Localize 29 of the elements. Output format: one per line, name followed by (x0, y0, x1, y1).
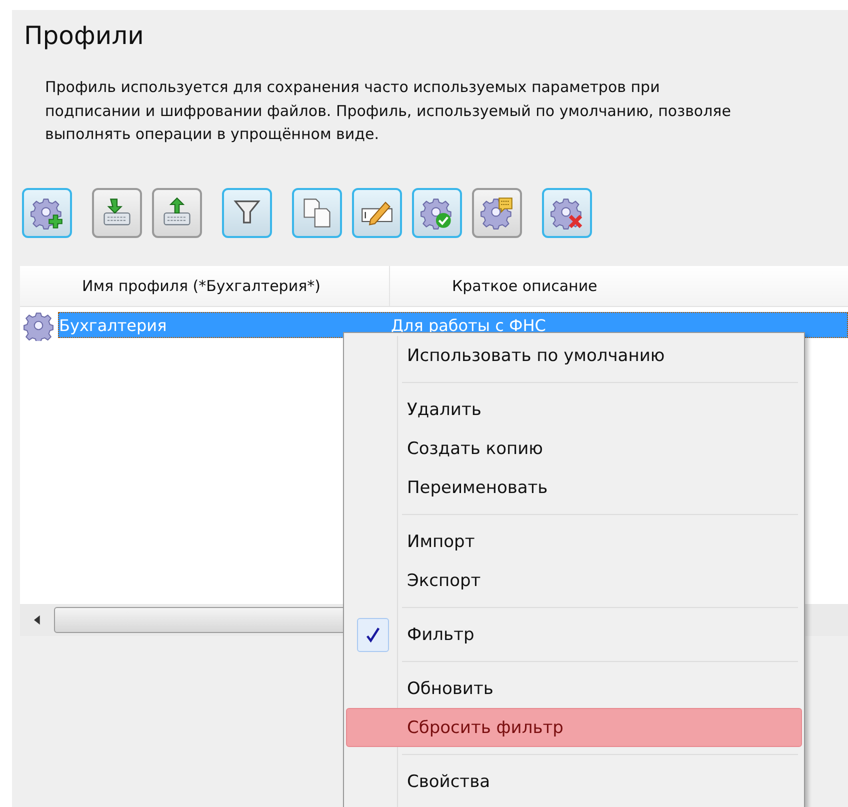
toolbar-button[interactable] (292, 188, 342, 238)
menu-item[interactable]: Удалить (346, 390, 802, 429)
column-header[interactable]: Имя профиля (*Бухгалтерия*) (20, 266, 390, 306)
toolbar-button[interactable] (152, 188, 202, 238)
gear-icon (23, 310, 54, 340)
menu-item[interactable]: Переименовать (346, 468, 802, 507)
toolbar-button[interactable] (352, 188, 402, 238)
gear-note-icon (480, 196, 514, 230)
gear-plus-icon (30, 196, 64, 230)
toolbar-button[interactable] (472, 188, 522, 238)
toolbar-button[interactable] (92, 188, 142, 238)
menu-item[interactable]: Обновить (346, 669, 802, 708)
menu-item[interactable]: Свойства (346, 762, 802, 801)
toolbar-button[interactable] (222, 188, 272, 238)
scroll-left-icon[interactable] (34, 614, 41, 624)
menu-item[interactable]: Экспорт (346, 561, 802, 600)
menu-item[interactable]: Сбросить фильтр (346, 708, 802, 747)
gear-check-icon (420, 196, 454, 230)
gear-cross-icon (550, 196, 584, 230)
description-text: Профиль используется для сохранения часто используемых параметров при подписании и шифровании файлов. Профиль, используемый по умолчанию, позволяе выполнять операции в упрощённом виде. (45, 77, 732, 145)
toolbar-button[interactable] (412, 188, 462, 238)
menu-item[interactable]: Импорт (346, 522, 802, 561)
menu-item[interactable]: Использовать по умолчанию (346, 336, 802, 375)
menu-item[interactable]: Фильтр (346, 615, 802, 654)
toolbar-button[interactable] (22, 188, 72, 238)
menu-item[interactable]: Создать копию (346, 429, 802, 468)
page-title: Профили (24, 20, 145, 52)
toolbar-button[interactable] (542, 188, 592, 238)
column-header[interactable]: Краткое описание (390, 266, 598, 306)
